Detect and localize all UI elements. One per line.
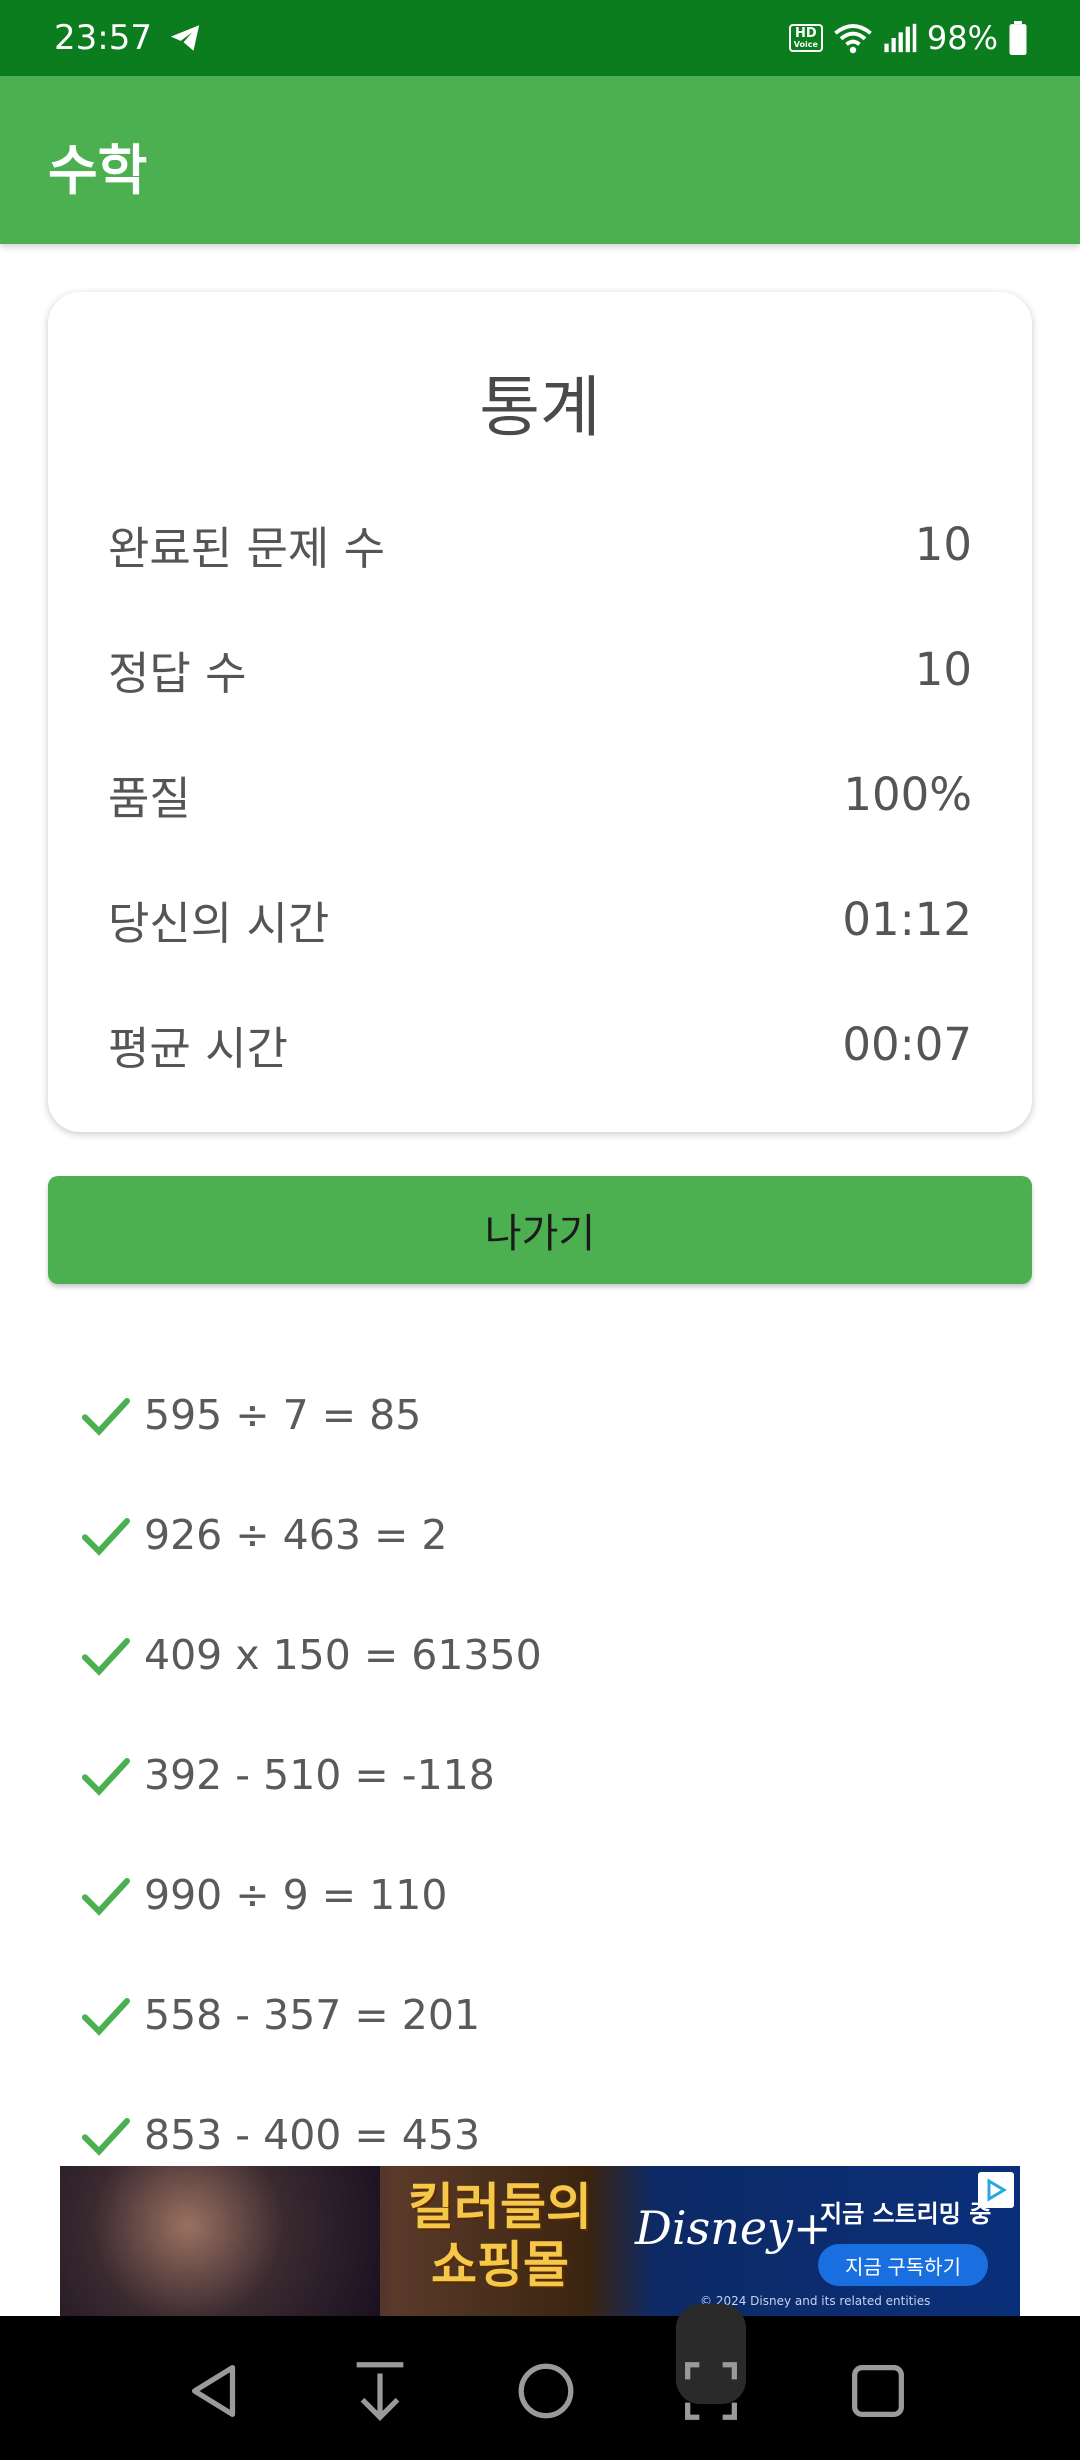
signal-icon	[884, 23, 917, 53]
equation-text: 409 x 150 = 61350	[144, 1631, 542, 1679]
check-icon	[81, 1757, 131, 1796]
check-icon	[81, 1637, 131, 1676]
equation-text: 392 - 510 = -118	[144, 1751, 495, 1799]
ad-banner[interactable]: 킬러들의 쇼핑몰 Disney+ 지금 스트리밍 중 지금 구독하기 © 202…	[60, 2166, 1020, 2316]
stat-label: 완료된 문제 수	[108, 521, 386, 575]
ad-cta-text: 지금 스트리밍 중	[820, 2200, 992, 2228]
stat-row-completed: 완료된 문제 수 10	[108, 504, 972, 584]
stats-title: 통계	[479, 369, 601, 446]
battery-percent: 98%	[926, 19, 998, 57]
stat-value: 10	[914, 642, 972, 696]
stat-value: 00:07	[842, 1017, 972, 1071]
recents-icon[interactable]	[843, 2356, 913, 2426]
stat-row-correct: 정답 수 10	[108, 629, 972, 709]
stat-label: 당신의 시간	[108, 896, 330, 950]
check-icon	[81, 1517, 131, 1556]
hd-voice-bottom: Voice	[793, 40, 818, 49]
list-item: 595 ÷ 7 = 85	[78, 1380, 778, 1450]
list-item: 990 ÷ 9 = 110	[78, 1860, 778, 1930]
equation-text: 558 - 357 = 201	[144, 1991, 481, 2039]
stat-row-average-time: 평균 시간 00:07	[108, 1004, 972, 1084]
ad-brand: Disney+	[635, 2201, 832, 2255]
ad-subscribe-button[interactable]: 지금 구독하기	[818, 2244, 988, 2286]
stats-card: 통계 완료된 문제 수 10 정답 수 10 품질 100% 당신의 시간 01…	[48, 292, 1032, 1132]
stat-label: 품질	[108, 771, 191, 825]
check-icon	[81, 1997, 131, 2036]
list-item: 409 x 150 = 61350	[78, 1620, 778, 1690]
equation-text: 853 - 400 = 453	[144, 2111, 481, 2159]
status-time: 23:57	[54, 18, 152, 58]
navigation-bar	[0, 2304, 1080, 2460]
check-icon	[81, 1877, 131, 1916]
ad-title: 킬러들의 쇼핑몰	[370, 2178, 630, 2294]
download-icon[interactable]	[345, 2356, 415, 2426]
ad-image	[60, 2166, 380, 2316]
wifi-icon	[834, 24, 872, 54]
list-item: 392 - 510 = -118	[78, 1740, 778, 1810]
stat-row-quality: 품질 100%	[108, 754, 972, 834]
status-right: HD Voice 98%	[788, 19, 1028, 57]
status-left: 23:57	[54, 18, 204, 58]
stat-value: 01:12	[842, 892, 972, 946]
back-icon[interactable]	[180, 2356, 250, 2426]
stat-row-your-time: 당신의 시간 01:12	[108, 879, 972, 959]
stat-value: 10	[914, 517, 972, 571]
ad-legal-text: © 2024 Disney and its related entities	[700, 2294, 931, 2308]
hd-voice-top: HD	[794, 26, 817, 41]
battery-icon	[1009, 21, 1027, 55]
list-item: 926 ÷ 463 = 2	[78, 1500, 778, 1570]
exit-button[interactable]: 나가기	[48, 1176, 1032, 1284]
equation-text: 990 ÷ 9 = 110	[144, 1871, 448, 1919]
app-bar: 수학	[0, 76, 1080, 244]
list-item: 853 - 400 = 453	[78, 2100, 778, 2170]
check-icon	[81, 1397, 131, 1436]
telegram-send-icon	[170, 25, 200, 51]
status-bar: 23:57 HD Voice 98%	[0, 0, 1080, 76]
ad-title-line2: 쇼핑몰	[431, 2235, 569, 2294]
equation-text: 595 ÷ 7 = 85	[144, 1391, 422, 1439]
check-icon	[81, 2117, 131, 2156]
equation-text: 926 ÷ 463 = 2	[144, 1511, 448, 1559]
list-item: 558 - 357 = 201	[78, 1980, 778, 2050]
ad-choices-icon[interactable]	[978, 2172, 1014, 2208]
stat-value: 100%	[843, 767, 972, 821]
stat-label: 평균 시간	[108, 1021, 288, 1075]
home-icon[interactable]	[511, 2356, 581, 2426]
app-title: 수학	[48, 139, 148, 202]
ad-title-line1: 킬러들의	[408, 2177, 592, 2236]
screenshot-icon[interactable]	[676, 2356, 746, 2426]
stat-label: 정답 수	[108, 646, 247, 700]
hd-voice-icon: HD Voice	[788, 24, 823, 52]
